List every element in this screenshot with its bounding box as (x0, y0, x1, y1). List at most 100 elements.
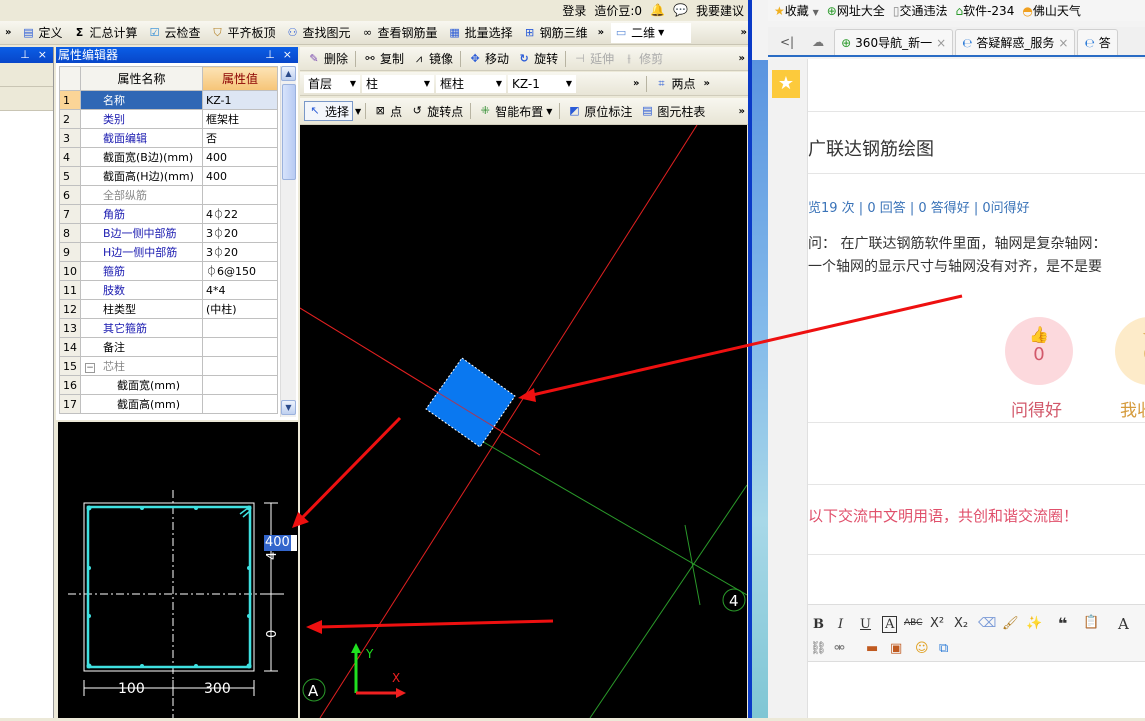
scroll-up-icon[interactable]: ▲ (281, 66, 296, 81)
property-row[interactable]: 4 截面宽(B边)(mm) 400 (59, 147, 278, 167)
property-row[interactable]: 12 柱类型 (中柱) (59, 299, 278, 319)
toolbar-overflow-icon[interactable]: » (700, 78, 712, 89)
favorite-link[interactable]: ◓佛山天气 (1022, 2, 1081, 19)
property-row[interactable]: 15− 芯柱 (59, 356, 278, 376)
link-icon[interactable]: ⛓ (810, 641, 827, 656)
property-value[interactable]: 400 (202, 166, 278, 186)
smart-layout-button[interactable]: ⁜ 智能布置 ▼ (475, 101, 555, 121)
property-row[interactable]: 2 类别 框架柱 (59, 109, 278, 129)
property-value[interactable] (202, 337, 278, 357)
property-value[interactable] (202, 318, 278, 338)
attachment-icon[interactable]: ⧉ (939, 641, 948, 656)
scroll-down-icon[interactable]: ▼ (281, 400, 296, 415)
chevron-down-icon[interactable]: ▼ (355, 107, 361, 116)
browser-tab[interactable]: ℮ 答 (1077, 29, 1118, 55)
underline-button[interactable]: U (860, 617, 871, 632)
property-value[interactable] (202, 356, 278, 376)
toolbar-overflow-icon[interactable]: » (595, 27, 607, 38)
trim-button[interactable]: ⫲ 修剪 (619, 49, 666, 69)
rotate-button[interactable]: ↻ 旋转 (514, 49, 561, 69)
nav-row[interactable] (0, 87, 53, 111)
close-icon[interactable]: × (38, 47, 47, 63)
favorite-link[interactable]: ▯交通违法 (893, 2, 948, 19)
toolbar-overflow-icon[interactable]: » (630, 78, 642, 89)
in-place-annotation-button[interactable]: ◩ 原位标注 (564, 101, 635, 121)
property-value[interactable]: (中柱) (202, 299, 278, 319)
eraser-icon[interactable]: ⌫ (978, 616, 996, 631)
copy-button[interactable]: ⚯ 复制 (360, 49, 407, 69)
dimension-input[interactable]: 400 (264, 535, 297, 551)
toolbar-overflow-icon[interactable]: » (736, 106, 748, 117)
property-value[interactable]: 框架柱 (202, 109, 278, 129)
multi-image-icon[interactable]: ▣ (890, 641, 902, 656)
align-slab-top-button[interactable]: ⛉ 平齐板顶 (208, 23, 279, 43)
section-preview-canvas[interactable]: 100 300 4 0 400 (58, 422, 298, 718)
property-scrollbar[interactable]: ▲ ▼ (280, 66, 296, 417)
italic-button[interactable]: I (838, 617, 843, 632)
two-point-button[interactable]: ⌗ 两点 (651, 74, 698, 94)
favorites-button[interactable]: ★收藏 ▼ (774, 2, 819, 19)
property-value[interactable]: KZ-1 (202, 90, 278, 110)
favorite-link[interactable]: ⊕网址大全 (827, 2, 885, 19)
delete-button[interactable]: ✎ 删除 (304, 49, 351, 69)
brush-icon[interactable]: 🖌 (1002, 616, 1019, 631)
element-type-select[interactable]: 柱 ▼ (362, 74, 434, 93)
column-table-button[interactable]: ▤ 图元柱表 (637, 101, 708, 121)
close-icon[interactable]: × (283, 47, 292, 63)
element-subtype-select[interactable]: 框柱 ▼ (436, 74, 506, 93)
property-value[interactable]: 400 (202, 147, 278, 167)
favorite-star-icon[interactable]: ★ (772, 70, 800, 98)
property-row[interactable]: 8 B边一侧中部筋 3⏀20 (59, 223, 278, 243)
find-element-button[interactable]: ⚇ 查找图元 (283, 23, 354, 43)
move-button[interactable]: ✥ 移动 (465, 49, 512, 69)
element-name-select[interactable]: KZ-1 ▼ (508, 74, 576, 93)
superscript-button[interactable]: X² (930, 616, 944, 631)
close-icon[interactable]: × (1058, 36, 1068, 50)
favorite-question-button[interactable]: ☆ 0 (1115, 317, 1145, 385)
rebar-3d-button[interactable]: ⊞ 钢筋三维 (520, 23, 591, 43)
pin-icon[interactable]: ⊥ (265, 47, 275, 63)
property-row[interactable]: 1 名称 KZ-1 (59, 90, 278, 110)
mirror-button[interactable]: ⩘ 镜像 (409, 49, 456, 69)
property-value[interactable]: 3⏀20 (202, 242, 278, 262)
property-row[interactable]: 6 全部纵筋 (59, 185, 278, 205)
property-value[interactable]: 3⏀20 (202, 223, 278, 243)
property-value[interactable]: 否 (202, 128, 278, 148)
bell-icon[interactable]: 🔔 (650, 3, 665, 17)
define-button[interactable]: ▤ 定义 (18, 23, 65, 43)
image-icon[interactable]: ▬ (866, 641, 878, 656)
property-row[interactable]: 17 截面高(mm) (59, 394, 278, 414)
browser-tab[interactable]: ℮ 答疑解惑_服务 × (955, 29, 1076, 55)
scroll-thumb[interactable] (282, 84, 296, 180)
unlink-icon[interactable]: ⚮ (834, 641, 845, 656)
floor-select[interactable]: 首层 ▼ (304, 74, 360, 93)
nav-row[interactable] (0, 63, 53, 87)
property-row[interactable]: 13 其它箍筋 (59, 318, 278, 338)
property-value[interactable] (202, 375, 278, 395)
cloud-icon[interactable]: ☁ (804, 35, 832, 55)
property-value[interactable] (202, 394, 278, 414)
paste-text-icon[interactable]: 📋 (1083, 615, 1099, 630)
property-row[interactable]: 5 截面高(H边)(mm) 400 (59, 166, 278, 186)
close-icon[interactable]: × (936, 36, 946, 50)
property-value[interactable]: ⏀6@150 (202, 261, 278, 281)
property-row[interactable]: 16 截面宽(mm) (59, 375, 278, 395)
select-button[interactable]: ↖ 选择 (304, 101, 354, 121)
property-row[interactable]: 3 截面编辑否 (59, 128, 278, 148)
favorite-link[interactable]: ⌂软件-234 (955, 2, 1014, 19)
pin-icon[interactable]: ⊥ (20, 47, 30, 63)
quote-icon[interactable]: ❝ (1058, 614, 1067, 633)
bold-button[interactable]: B (813, 617, 824, 632)
rotate-point-button[interactable]: ↺ 旋转点 (407, 101, 466, 121)
property-value[interactable]: 4⏀22 (202, 204, 278, 224)
property-row[interactable]: 14 备注 (59, 337, 278, 357)
font-border-button[interactable]: A (882, 616, 898, 633)
good-question-button[interactable]: 👍 0 (1005, 317, 1073, 385)
toolbar-overflow-icon[interactable]: » (736, 53, 748, 64)
view-mode-dropdown[interactable]: ▭ 二维 ▼ (611, 22, 692, 43)
property-value[interactable]: 4*4 (202, 280, 278, 300)
tab-scroll-left-icon[interactable]: <| (768, 35, 802, 55)
strikethrough-button[interactable]: ABC (904, 618, 922, 628)
property-value[interactable] (202, 185, 278, 205)
property-row[interactable]: 7 角筋 4⏀22 (59, 204, 278, 224)
